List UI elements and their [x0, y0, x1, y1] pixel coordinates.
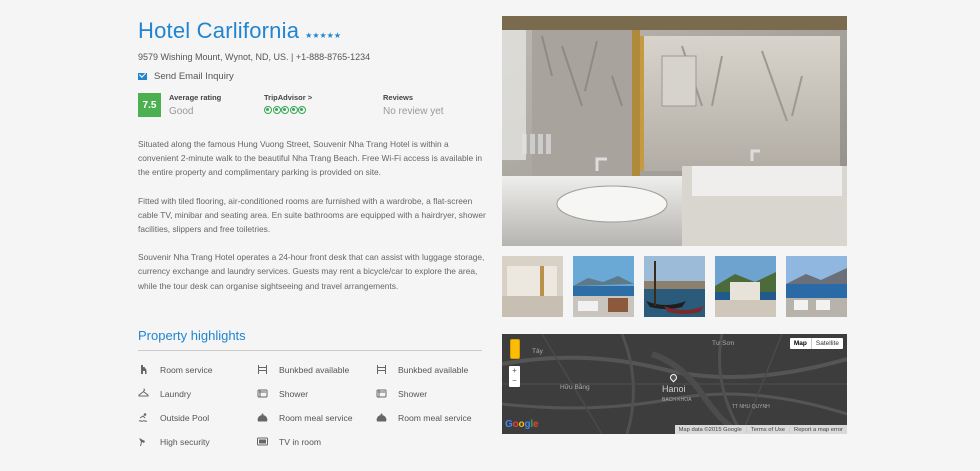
highlight-item: Shower — [257, 386, 376, 401]
report-map-error-link[interactable]: Report a map error — [789, 426, 847, 433]
room-service-icon — [138, 364, 149, 375]
map-type-toggle: Map Satellite — [789, 338, 843, 349]
send-email-inquiry-link[interactable]: Send Email Inquiry — [138, 71, 486, 82]
pool-icon — [138, 412, 149, 423]
reviews-label: Reviews — [383, 93, 414, 102]
google-logo: Google — [505, 419, 539, 430]
star-rating: ★★★★★ — [305, 31, 341, 40]
map-footer: Map data ©2015 Google Terms of Use Repor… — [674, 425, 847, 434]
ratings-bar: 7.5 Average rating Good TripAdvisor > Re… — [138, 93, 486, 121]
tripadvisor-link[interactable]: TripAdvisor > — [264, 93, 383, 102]
average-rating-value: Good — [169, 106, 194, 117]
hotel-name: Hotel Carlifornia — [138, 18, 300, 43]
thumbnail-2[interactable] — [573, 256, 634, 317]
logo-letter: e — [532, 419, 539, 430]
tv-icon — [257, 436, 268, 447]
description-paragraph: Situated along the famous Hung Vuong Str… — [138, 139, 483, 178]
map-label: TT NHU QUYNH — [732, 404, 770, 410]
room-meal-icon — [376, 412, 387, 423]
photo-thumbnails — [502, 256, 847, 317]
bubble-icon — [298, 106, 306, 114]
map-type-satellite-button[interactable]: Satellite — [812, 338, 843, 349]
shower-icon — [257, 388, 268, 399]
highlight-item: Outside Pool — [138, 410, 257, 425]
hotel-description: Situated along the famous Hung Vuong Str… — [138, 137, 486, 293]
highlight-label: High security — [160, 436, 210, 447]
reviews-value: No review yet — [383, 106, 444, 117]
highlight-label: Laundry — [160, 388, 192, 399]
location-map[interactable]: + − Map Satellite Tây Tư Sơn Hữu Bằng BA… — [502, 334, 847, 434]
bubble-icon — [289, 106, 298, 114]
zoom-out-button[interactable]: − — [509, 376, 520, 386]
reviews: Reviews No review yet — [383, 93, 478, 121]
zoom-in-button[interactable]: + — [509, 366, 520, 376]
highlight-item: TV in room — [257, 434, 376, 449]
highlight-label: TV in room — [279, 436, 322, 447]
highlight-item: Room meal service — [376, 410, 488, 425]
tripadvisor-bubbles — [264, 106, 383, 114]
zoom-control: + − — [509, 366, 520, 387]
bubble-icon — [272, 106, 281, 114]
average-rating-label: Average rating — [169, 93, 222, 102]
description-paragraph: Souvenir Nha Trang Hotel operates a 24-h… — [138, 252, 485, 291]
highlights-title: Property highlights — [138, 328, 246, 343]
highlight-item: High security — [138, 434, 257, 449]
thumbnail-4[interactable] — [715, 256, 776, 317]
highlight-item: Bunkbed available — [257, 362, 376, 377]
logo-letter: G — [505, 419, 513, 430]
bunkbed-icon — [376, 364, 387, 375]
street-view-pegman-icon[interactable] — [510, 339, 520, 359]
map-label: Hữu Bằng — [560, 384, 590, 391]
hotel-info: Hotel Carlifornia ★★★★★ 9579 Wishing Mou… — [138, 18, 486, 307]
laundry-icon — [138, 388, 149, 399]
divider — [138, 350, 482, 351]
highlight-item: Laundry — [138, 386, 257, 401]
highlight-label: Bunkbed available — [279, 364, 350, 375]
bunkbed-icon — [257, 364, 268, 375]
highlight-label: Room meal service — [279, 412, 353, 423]
room-meal-icon — [257, 412, 268, 423]
map-city-label: Hanoi — [662, 384, 686, 394]
average-rating: Average rating Good — [169, 93, 264, 121]
thumbnail-1[interactable] — [502, 256, 563, 317]
envelope-icon — [138, 73, 147, 80]
description-paragraph: Fitted with tiled flooring, air-conditio… — [138, 195, 486, 235]
highlight-item: Shower — [376, 386, 488, 401]
bubble-icon — [281, 106, 289, 114]
title-row: Hotel Carlifornia ★★★★★ — [138, 18, 486, 44]
map-label: BACH KHOA — [662, 397, 692, 403]
send-email-label: Send Email Inquiry — [154, 71, 234, 82]
hotel-address: 9579 Wishing Mount, Wynot, ND, US. | +1-… — [138, 52, 371, 62]
map-data-credit: Map data ©2015 Google — [678, 426, 742, 433]
map-type-map-button[interactable]: Map — [790, 338, 812, 349]
highlight-item: Room service — [138, 362, 257, 377]
score-badge: 7.5 — [138, 93, 161, 117]
map-label: Tư Sơn — [712, 340, 735, 347]
terms-of-use-link[interactable]: Terms of Use — [745, 426, 789, 433]
main-hotel-photo[interactable] — [502, 16, 847, 246]
highlight-label: Room meal service — [398, 412, 472, 423]
bubble-icon — [264, 106, 272, 114]
highlight-item: Room meal service — [257, 410, 376, 425]
thumbnail-3[interactable] — [644, 256, 705, 317]
thumbnail-5[interactable] — [786, 256, 847, 317]
highlight-label: Outside Pool — [160, 412, 210, 423]
tripadvisor-rating[interactable]: TripAdvisor > — [264, 93, 383, 121]
map-label: Tây — [532, 348, 543, 355]
highlights-grid: Room service Bunkbed available Bunkbed a… — [138, 362, 488, 449]
highlight-item: Bunkbed available — [376, 362, 488, 377]
highlight-label: Shower — [279, 388, 309, 399]
highlight-label: Bunkbed available — [398, 364, 469, 375]
highlight-label: Room service — [160, 364, 213, 375]
highlight-label: Shower — [398, 388, 428, 399]
security-icon — [138, 436, 149, 447]
shower-icon — [376, 388, 387, 399]
